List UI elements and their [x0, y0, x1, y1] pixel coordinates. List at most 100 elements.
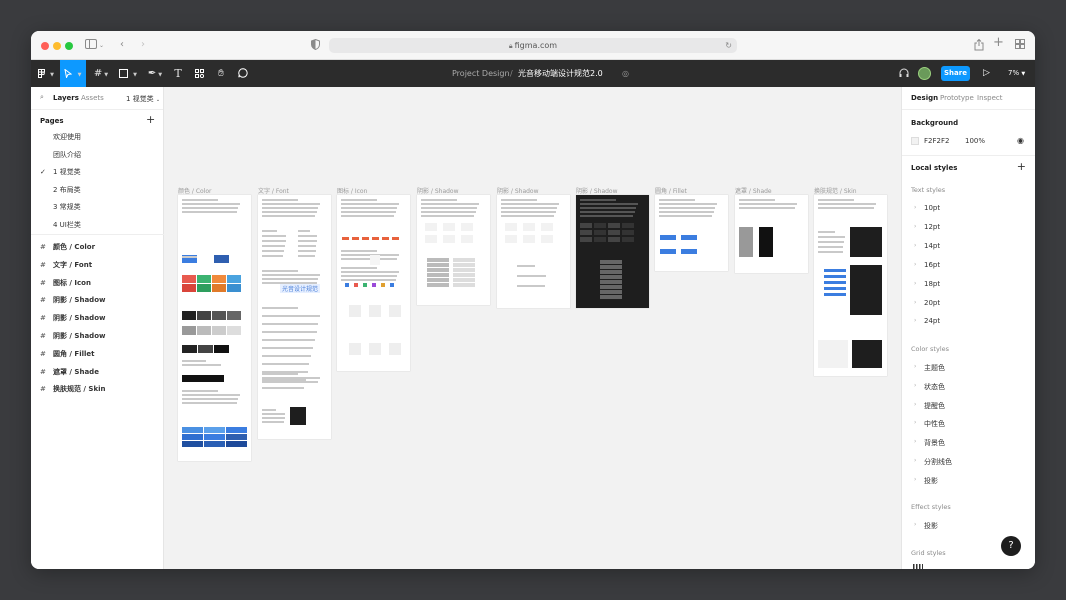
text-style-item[interactable]: 24pt	[924, 317, 940, 325]
color-style-item[interactable]: 提醒色	[924, 401, 945, 411]
color-style-item[interactable]: 主题色	[924, 363, 945, 373]
chevron-right-icon[interactable]: ›	[914, 438, 916, 445]
chevron-right-icon[interactable]: ›	[914, 457, 916, 464]
chevron-right-icon[interactable]: ›	[914, 363, 916, 370]
chevron-right-icon[interactable]: ›	[914, 382, 916, 389]
avatar[interactable]	[918, 67, 931, 80]
tab-assets[interactable]: Assets	[81, 94, 104, 102]
chevron-right-icon[interactable]: ›	[914, 223, 916, 230]
reload-icon[interactable]: ↻	[725, 38, 732, 53]
zoom-window-button[interactable]	[65, 42, 73, 50]
move-tool-button[interactable]: ▼	[60, 60, 86, 87]
chevron-right-icon[interactable]: ›	[914, 401, 916, 408]
frame-title[interactable]: 换肤规范 / Skin	[814, 186, 857, 195]
design-frame[interactable]	[337, 195, 410, 371]
layer-frame-item[interactable]: # 阴影 / Shadow	[31, 328, 164, 345]
eye-icon[interactable]: ◉	[1017, 136, 1024, 145]
design-frame[interactable]	[178, 195, 251, 461]
chevron-right-icon[interactable]: ›	[914, 204, 916, 211]
add-style-plus-icon[interactable]: +	[1017, 160, 1026, 173]
design-frame[interactable]	[576, 195, 649, 308]
effect-style-item[interactable]: 投影	[924, 521, 938, 531]
frame-title[interactable]: 颜色 / Color	[178, 186, 212, 195]
tab-design[interactable]: Design	[911, 87, 938, 110]
design-frame[interactable]	[814, 195, 887, 376]
new-tab-icon[interactable]: +	[993, 36, 1004, 49]
frame-title[interactable]: 圆角 / Fillet	[655, 186, 687, 195]
design-frame[interactable]	[735, 195, 808, 273]
pen-tool-button[interactable]: ✒︎ ▼	[143, 60, 167, 87]
resources-tool-button[interactable]	[191, 60, 207, 87]
frame-tool-button[interactable]: # ▼	[89, 60, 113, 87]
design-frame[interactable]: 光音设计规范	[258, 195, 331, 439]
sidebar-toggle-icon[interactable]	[85, 39, 97, 53]
chevron-right-icon[interactable]: ›	[914, 419, 916, 426]
chevron-right-icon[interactable]: ›	[914, 317, 916, 324]
tab-layers[interactable]: Layers	[53, 94, 79, 102]
tab-inspect[interactable]: Inspect	[977, 87, 1003, 110]
chevron-right-icon[interactable]: ›	[914, 280, 916, 287]
shield-icon[interactable]	[311, 38, 320, 54]
share-button[interactable]: Share	[941, 66, 970, 81]
color-style-item[interactable]: 背景色	[924, 438, 945, 448]
current-page-dropdown[interactable]: 1 视觉类 ⌄	[126, 94, 160, 104]
background-swatch[interactable]	[911, 137, 919, 145]
layer-frame-item[interactable]: # 圆角 / Fillet	[31, 346, 164, 363]
layer-frame-item[interactable]: # 文字 / Font	[31, 257, 164, 274]
layer-frame-item[interactable]: # 图标 / Icon	[31, 275, 164, 292]
layer-frame-item[interactable]: # 阴影 / Shadow	[31, 310, 164, 327]
main-menu-button[interactable]: ▼	[35, 60, 57, 87]
forward-arrow-icon[interactable]: ›	[141, 39, 145, 51]
page-item[interactable]: 4 UI栏类	[31, 217, 164, 234]
frame-title[interactable]: 文字 / Font	[258, 186, 289, 195]
design-frame[interactable]	[417, 195, 490, 305]
page-item[interactable]: 团队介绍	[31, 147, 164, 164]
address-bar[interactable]: 🔒︎ figma.com ↻	[329, 38, 737, 53]
tab-overview-icon[interactable]	[1015, 39, 1025, 53]
frame-title[interactable]: 遮罩 / Shade	[735, 186, 772, 195]
page-item[interactable]: 3 常规类	[31, 199, 164, 216]
project-name[interactable]: Project Design	[452, 60, 510, 87]
frame-title[interactable]: 阴影 / Shadow	[497, 186, 539, 195]
color-style-item[interactable]: 状态色	[924, 382, 945, 392]
minimize-window-button[interactable]	[53, 42, 61, 50]
chevron-down-icon[interactable]: ⌄	[99, 40, 104, 52]
canvas[interactable]: 颜色 / Color 文字 / Font 光音设计规范 图标 / Icon 阴影 / S…	[164, 87, 901, 569]
color-style-item[interactable]: 中性色	[924, 419, 945, 429]
back-arrow-icon[interactable]: ‹	[120, 39, 124, 51]
page-item[interactable]: ✓ 1 视觉类	[31, 164, 164, 181]
text-style-item[interactable]: 10pt	[924, 204, 940, 212]
text-style-item[interactable]: 14pt	[924, 242, 940, 250]
text-tool-button[interactable]: T	[170, 60, 186, 87]
share-icon[interactable]	[974, 38, 984, 55]
close-window-button[interactable]	[41, 42, 49, 50]
add-page-plus-icon[interactable]: +	[146, 113, 155, 126]
hand-tool-button[interactable]: ✋︎	[213, 60, 229, 87]
file-name[interactable]: 光音移动端设计规范2.0	[518, 60, 603, 87]
globe-icon[interactable]: ◎	[622, 60, 629, 87]
chevron-right-icon[interactable]: ›	[914, 242, 916, 249]
layer-frame-item[interactable]: # 颜色 / Color	[31, 239, 164, 256]
chevron-right-icon[interactable]: ›	[914, 476, 916, 483]
background-hex[interactable]: F2F2F2	[924, 137, 949, 145]
text-style-item[interactable]: 16pt	[924, 261, 940, 269]
design-frame[interactable]	[655, 195, 728, 271]
shape-tool-button[interactable]: ▼	[116, 60, 140, 87]
chevron-right-icon[interactable]: ›	[914, 521, 916, 528]
search-icon[interactable]: ⌕	[40, 93, 44, 102]
headphones-icon[interactable]	[899, 60, 909, 87]
layer-frame-item[interactable]: # 遮罩 / Shade	[31, 364, 164, 381]
chevron-right-icon[interactable]: ›	[914, 299, 916, 306]
page-item[interactable]: 2 布局类	[31, 182, 164, 199]
comment-tool-button[interactable]	[235, 60, 251, 87]
frame-title[interactable]: 阴影 / Shadow	[576, 186, 618, 195]
design-frame[interactable]	[497, 195, 570, 308]
frame-title[interactable]: 图标 / Icon	[337, 186, 367, 195]
layer-frame-item[interactable]: # 阴影 / Shadow	[31, 292, 164, 309]
tab-prototype[interactable]: Prototype	[940, 87, 974, 110]
text-style-item[interactable]: 18pt	[924, 280, 940, 288]
color-style-item[interactable]: 投影	[924, 476, 938, 486]
text-style-item[interactable]: 20pt	[924, 299, 940, 307]
frame-title[interactable]: 阴影 / Shadow	[417, 186, 459, 195]
present-play-icon[interactable]: ▷	[983, 60, 990, 87]
